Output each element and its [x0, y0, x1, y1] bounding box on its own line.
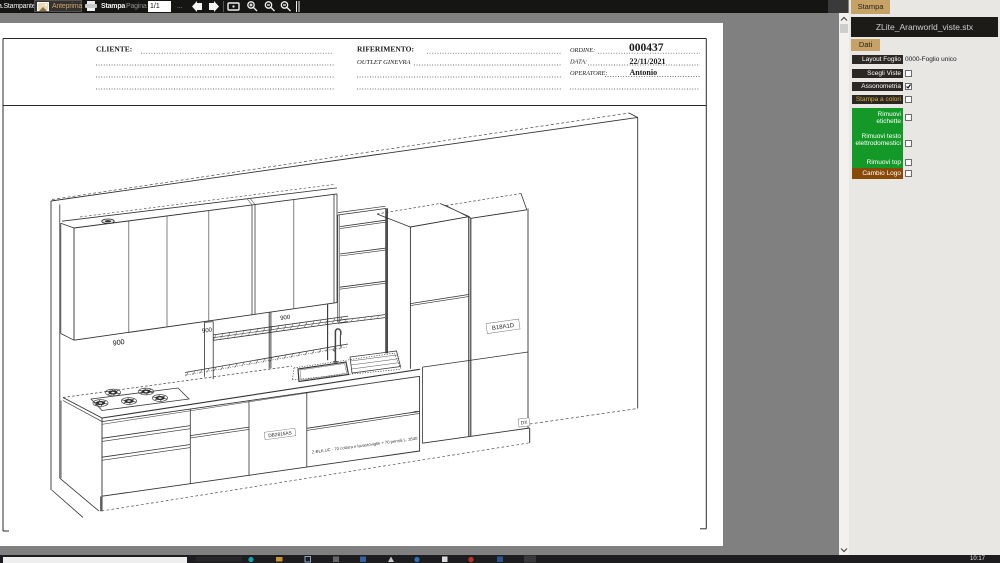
svg-text:OPERATORE:: OPERATORE: [570, 70, 607, 77]
svg-text:900: 900 [280, 315, 291, 322]
svg-text:900: 900 [202, 327, 213, 334]
svg-text:22/11/2021: 22/11/2021 [630, 57, 666, 66]
svg-text:900: 900 [112, 337, 125, 348]
svg-text:Antonio: Antonio [630, 68, 658, 77]
svg-text:000437: 000437 [629, 42, 664, 54]
svg-text:OUTLET GINEVRA: OUTLET GINEVRA [357, 59, 412, 66]
svg-text:DATA:: DATA: [569, 59, 587, 66]
svg-text:Z-BLK.UC - 70 cottura e lavast: Z-BLK.UC - 70 cottura e lavastoviglie + … [311, 436, 418, 455]
svg-text:ORDINE:: ORDINE: [570, 47, 595, 54]
svg-text:RIFERIMENTO:: RIFERIMENTO: [357, 45, 414, 54]
svg-text:CLIENTE:: CLIENTE: [96, 45, 132, 54]
